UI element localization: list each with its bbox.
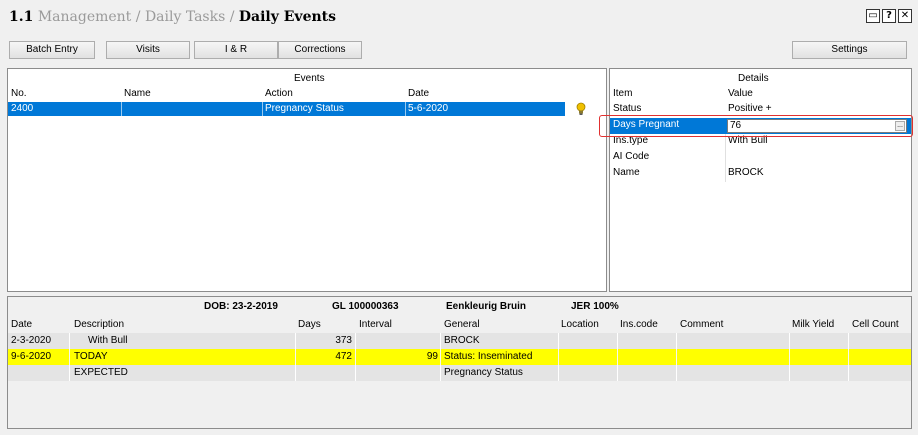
visits-button[interactable]: Visits (106, 41, 190, 59)
animal-history-panel: DOB: 23-2-2019 GL 100000363 Eenkleurig B… (7, 296, 912, 429)
events-panel: Events No. Name Action Date 2400 Pregnan… (7, 68, 607, 292)
events-title: Events (294, 73, 325, 84)
dob-label: DOB: 23-2-2019 (204, 301, 278, 312)
details-panel: Details Item Value Status Positive + Day… (609, 68, 912, 292)
close-icon[interactable]: ✕ (898, 9, 912, 23)
batch-entry-button[interactable]: Batch Entry (9, 41, 95, 59)
table-row[interactable]: 2-3-2020 With Bull 373 BROCK (8, 333, 911, 349)
column-header-comment[interactable]: Comment (680, 319, 723, 330)
table-row-today[interactable]: 9-6-2020 TODAY 472 99 Status: Inseminate… (8, 349, 911, 365)
history-date: 2-3-2020 (11, 335, 52, 346)
column-header-action[interactable]: Action (265, 88, 293, 99)
history-days: 472 (335, 351, 352, 362)
breadcrumb-separator: / (135, 9, 141, 25)
history-days: 373 (335, 335, 352, 346)
history-general: Status: Inseminated (444, 351, 533, 362)
settings-button[interactable]: Settings (792, 41, 907, 59)
column-header-item: Item (613, 88, 633, 99)
breadcrumb-current: Daily Events (238, 9, 337, 25)
gl-label: GL 100000363 (332, 301, 399, 312)
lightbulb-icon[interactable] (575, 102, 587, 116)
history-description: With Bull (88, 335, 128, 346)
toolbar: Batch Entry Visits I & R Corrections Set… (0, 33, 918, 63)
detail-row-ai-code[interactable]: AI Code (610, 150, 911, 166)
detail-item: AI Code (613, 151, 650, 162)
column-header-ins-code[interactable]: Ins.code (620, 319, 658, 330)
window-number: 1.1 (9, 9, 34, 25)
details-title: Details (738, 73, 769, 84)
corrections-button[interactable]: Corrections (278, 41, 362, 59)
event-no: 2400 (11, 103, 34, 114)
breadcrumb-separator: / (229, 9, 235, 25)
column-header-date[interactable]: Date (408, 88, 429, 99)
event-action: Pregnancy Status (265, 103, 344, 114)
event-date: 5-6-2020 (408, 103, 449, 114)
column-header-general[interactable]: General (444, 319, 480, 330)
table-row[interactable]: 2400 Pregnancy Status 5-6-2020 (8, 102, 565, 116)
column-header-date[interactable]: Date (11, 319, 32, 330)
column-header-value: Value (728, 88, 753, 99)
title-bar: 1.1 Management / Daily Tasks / Daily Eve… (0, 0, 918, 33)
table-row[interactable]: EXPECTED Pregnancy Status (8, 365, 911, 381)
detail-value: BROCK (728, 167, 764, 178)
column-header-milk-yield[interactable]: Milk Yield (792, 319, 834, 330)
column-header-location[interactable]: Location (561, 319, 599, 330)
history-description: EXPECTED (74, 367, 128, 378)
detail-item: Name (613, 167, 640, 178)
help-icon[interactable]: ? (882, 9, 896, 23)
history-interval: 99 (426, 351, 438, 362)
restore-icon[interactable]: ▭ (866, 9, 880, 23)
breed-label: JER 100% (571, 301, 619, 312)
history-general: Pregnancy Status (444, 367, 523, 378)
history-date: 9-6-2020 (11, 351, 52, 362)
highlight-box (599, 115, 913, 137)
breadcrumb-daily-tasks[interactable]: Daily Tasks (145, 9, 225, 25)
column-header-days[interactable]: Days (298, 319, 321, 330)
column-header-name[interactable]: Name (124, 88, 151, 99)
column-header-no[interactable]: No. (11, 88, 27, 99)
animal-name-label: Eenkleurig Bruin (446, 301, 527, 312)
detail-row-name[interactable]: Name BROCK (610, 166, 911, 182)
detail-item: Status (613, 103, 642, 114)
breadcrumb-management[interactable]: Management (38, 9, 132, 25)
column-header-description[interactable]: Description (74, 319, 124, 330)
page-title: 1.1 Management / Daily Tasks / Daily Eve… (9, 9, 336, 25)
history-description: TODAY (74, 351, 108, 362)
detail-value: Positive + (728, 103, 772, 114)
history-general: BROCK (444, 335, 480, 346)
i-and-r-button[interactable]: I & R (194, 41, 278, 59)
column-header-cell-count[interactable]: Cell Count (852, 319, 899, 330)
column-header-interval[interactable]: Interval (359, 319, 392, 330)
